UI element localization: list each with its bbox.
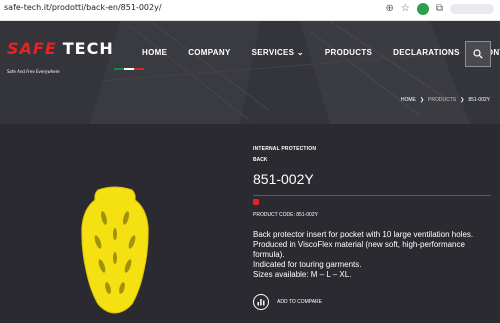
site-header: SAFE TECH Safe And Free Everywhere HOME C… — [0, 21, 500, 124]
product-category[interactable]: INTERNAL PROTECTION — [253, 146, 493, 152]
product-info: INTERNAL PROTECTION BACK 851-002Y PRODUC… — [253, 146, 493, 310]
logo-tagline: Safe And Free Everywhere — [7, 69, 60, 74]
product-code: PRODUCT CODE: 851-002Y — [253, 212, 318, 218]
extensions-puzzle-icon[interactable]: ⧉ — [436, 2, 443, 16]
product-subcategory[interactable]: BACK — [253, 157, 493, 163]
compare-label: ADD TO COMPARE — [277, 299, 323, 305]
description-line: Produced in ViscoFlex material (new soft… — [253, 240, 465, 259]
product-image-back-protector[interactable] — [80, 186, 150, 314]
compare-icon — [253, 294, 269, 310]
product-title: 851-002Y — [253, 171, 314, 187]
bookmark-star-icon[interactable]: ☆ — [401, 2, 410, 16]
description-line: Indicated for touring garments. — [253, 260, 362, 269]
italian-flag-stripe — [113, 67, 144, 70]
breadcrumb-separator-icon: ❯ — [460, 97, 465, 103]
nav-declarations[interactable]: DECLARATIONS — [393, 48, 460, 57]
search-icon — [473, 49, 483, 59]
extension-shield-icon[interactable] — [416, 3, 429, 15]
browser-toolbar: safe-tech.it/prodotti/back-en/851-002y/ … — [0, 0, 500, 21]
logo-tech-text: TECH — [62, 39, 114, 58]
breadcrumb: HOME ❯ PRODUCTS ❯ 851-002Y — [401, 97, 490, 103]
nav-company[interactable]: COMPANY — [188, 48, 230, 57]
address-bar[interactable]: safe-tech.it/prodotti/back-en/851-002y/ — [4, 3, 162, 12]
nav-home[interactable]: HOME — [142, 48, 167, 57]
add-to-compare-button[interactable]: ADD TO COMPARE — [253, 294, 493, 310]
site-logo[interactable]: SAFE TECH Safe And Free Everywhere — [7, 39, 144, 77]
zoom-icon[interactable]: ⊕ — [386, 2, 394, 16]
nav-products[interactable]: PRODUCTS — [325, 48, 372, 57]
search-button[interactable] — [465, 41, 491, 67]
profile-button[interactable] — [450, 4, 494, 14]
nav-services[interactable]: SERVICES ⌄ — [252, 48, 304, 57]
main-navigation: HOME COMPANY SERVICES ⌄ PRODUCTS DECLARA… — [142, 48, 500, 57]
breadcrumb-separator-icon: ❯ — [419, 97, 425, 103]
breadcrumb-home[interactable]: HOME — [401, 97, 416, 103]
title-divider — [253, 195, 491, 196]
breadcrumb-current: 851-002Y — [468, 97, 490, 103]
breadcrumb-products[interactable]: PRODUCTS — [428, 97, 456, 103]
logo-safe-text: SAFE — [7, 39, 57, 58]
description-line: Back protector insert for pocket with 10… — [253, 230, 474, 239]
product-detail: INTERNAL PROTECTION BACK 851-002Y PRODUC… — [0, 124, 500, 323]
description-line: Sizes available: M – L – XL. — [253, 270, 352, 279]
product-description: Back protector insert for pocket with 10… — [253, 230, 493, 280]
